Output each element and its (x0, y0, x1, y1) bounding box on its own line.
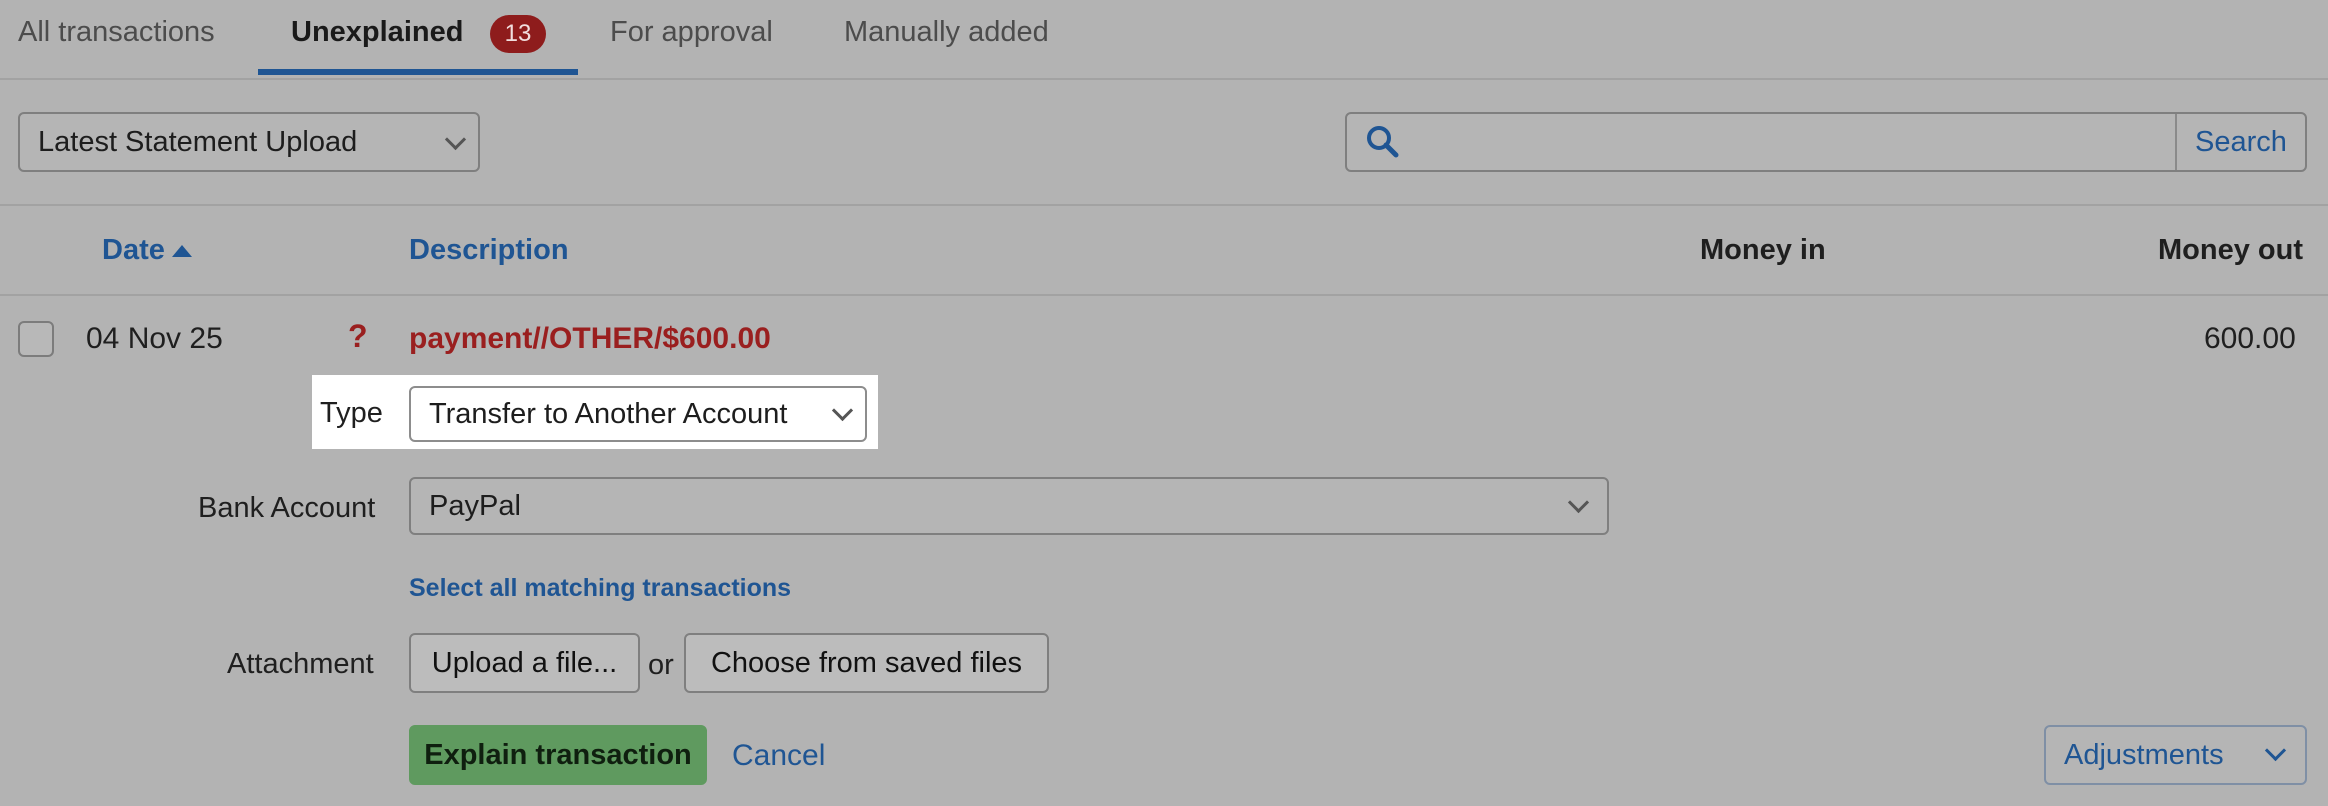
attachment-label: Attachment (227, 648, 374, 680)
money-in-column-header: Money in (1700, 234, 1826, 266)
upload-file-button[interactable]: Upload a file... (409, 633, 640, 693)
adjustments-button[interactable]: Adjustments (2044, 725, 2307, 785)
bank-account-label: Bank Account (198, 492, 376, 524)
adjustments-label: Adjustments (2064, 739, 2224, 771)
chevron-down-icon (1567, 491, 1590, 514)
tab-manually-added[interactable]: Manually added (844, 16, 1049, 49)
description-column-header[interactable]: Description (409, 234, 569, 267)
tab-for-approval[interactable]: For approval (610, 16, 773, 49)
unexplained-status-icon: ? (348, 318, 368, 354)
statement-filter-select[interactable]: Latest Statement Upload (18, 112, 480, 172)
tab-unexplained[interactable]: Unexplained (291, 16, 463, 49)
or-text: or (648, 649, 674, 681)
bank-account-select[interactable]: PayPal (409, 477, 1609, 535)
bank-account-value: PayPal (429, 490, 521, 522)
search-input[interactable] (1411, 118, 2165, 166)
choose-saved-files-button[interactable]: Choose from saved files (684, 633, 1049, 693)
date-column-header[interactable]: Date (102, 234, 165, 267)
chevron-down-icon (831, 399, 854, 422)
sort-ascending-icon[interactable] (172, 245, 192, 257)
type-select-value: Transfer to Another Account (429, 398, 788, 430)
select-all-matching-link[interactable]: Select all matching transactions (409, 574, 791, 603)
chevron-down-icon (444, 128, 467, 151)
type-label: Type (320, 397, 383, 429)
transaction-date: 04 Nov 25 (86, 322, 223, 355)
search-box: Search (1345, 112, 2307, 172)
header-divider (0, 294, 2328, 296)
tab-bar: All transactions Unexplained 13 For appr… (0, 0, 2328, 80)
statement-filter-value: Latest Statement Upload (38, 126, 358, 158)
search-button[interactable]: Search (2177, 114, 2305, 170)
search-icon (1365, 124, 1401, 160)
tab-all-transactions[interactable]: All transactions (18, 16, 215, 49)
unexplained-count-badge: 13 (490, 15, 546, 53)
active-tab-indicator (258, 69, 578, 75)
explain-transaction-button[interactable]: Explain transaction (409, 725, 707, 785)
type-select[interactable]: Transfer to Another Account (409, 386, 867, 442)
chevron-down-icon (2264, 739, 2287, 762)
transaction-money-out: 600.00 (2204, 322, 2296, 355)
cancel-link[interactable]: Cancel (732, 739, 825, 773)
transaction-description[interactable]: payment//OTHER/$600.00 (409, 322, 771, 356)
money-out-column-header: Money out (2158, 234, 2303, 266)
filter-bar: Latest Statement Upload Search (0, 80, 2328, 206)
row-select-checkbox[interactable] (18, 321, 54, 357)
